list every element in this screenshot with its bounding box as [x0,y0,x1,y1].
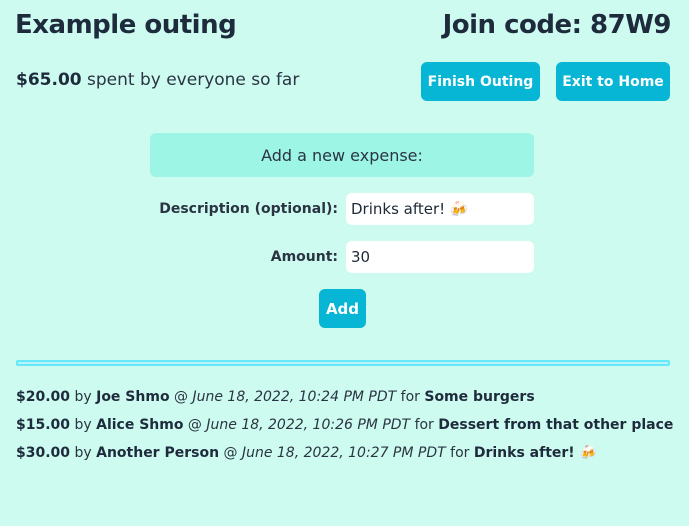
amount-label: Amount: [270,249,338,265]
expense-time: June 18, 2022, 10:26 PM PDT [206,417,411,433]
expense-for-word: for [450,445,470,461]
exit-to-home-button[interactable]: Exit to Home [556,62,670,101]
expense-amount: $15.00 [16,417,71,433]
amount-input[interactable] [346,241,534,273]
total-amount: $65.00 [16,70,82,90]
expense-item: $20.00 by Joe Shmo @ June 18, 2022, 10:2… [16,388,673,416]
expense-description: Drinks after! 🍻 [473,445,597,461]
expense-amount: $20.00 [16,389,71,405]
total-spent-text: spent by everyone so far [87,70,300,90]
expense-amount: $30.00 [16,445,71,461]
add-expense-button[interactable]: Add [319,289,366,328]
join-code: Join code: 87W9 [442,10,672,40]
expense-at-symbol: @ [174,389,189,405]
expense-time: June 18, 2022, 10:24 PM PDT [192,389,397,405]
add-expense-heading: Add a new expense: [150,133,534,177]
finish-outing-button[interactable]: Finish Outing [421,62,540,101]
description-label: Description (optional): [159,201,338,217]
expense-by-word: by [74,445,92,461]
expense-item: $30.00 by Another Person @ June 18, 2022… [16,444,673,472]
expense-by-word: by [74,417,92,433]
expense-at-symbol: @ [223,445,238,461]
expense-person: Alice Shmo [96,417,184,433]
expense-item: $15.00 by Alice Shmo @ June 18, 2022, 10… [16,416,673,444]
expense-list: $20.00 by Joe Shmo @ June 18, 2022, 10:2… [16,388,673,472]
expense-time: June 18, 2022, 10:27 PM PDT [241,445,446,461]
expense-person: Another Person [96,445,220,461]
expense-at-symbol: @ [187,417,202,433]
total-spent: $65.00 spent by everyone so far [16,70,299,90]
expense-person: Joe Shmo [96,389,170,405]
expense-by-word: by [74,389,92,405]
expense-for-word: for [400,389,420,405]
expense-description: Dessert from that other place [438,417,674,433]
expense-description: Some burgers [424,389,535,405]
outing-title: Example outing [15,10,237,40]
description-input[interactable] [346,193,534,225]
expense-for-word: for [414,417,434,433]
divider [16,360,670,366]
